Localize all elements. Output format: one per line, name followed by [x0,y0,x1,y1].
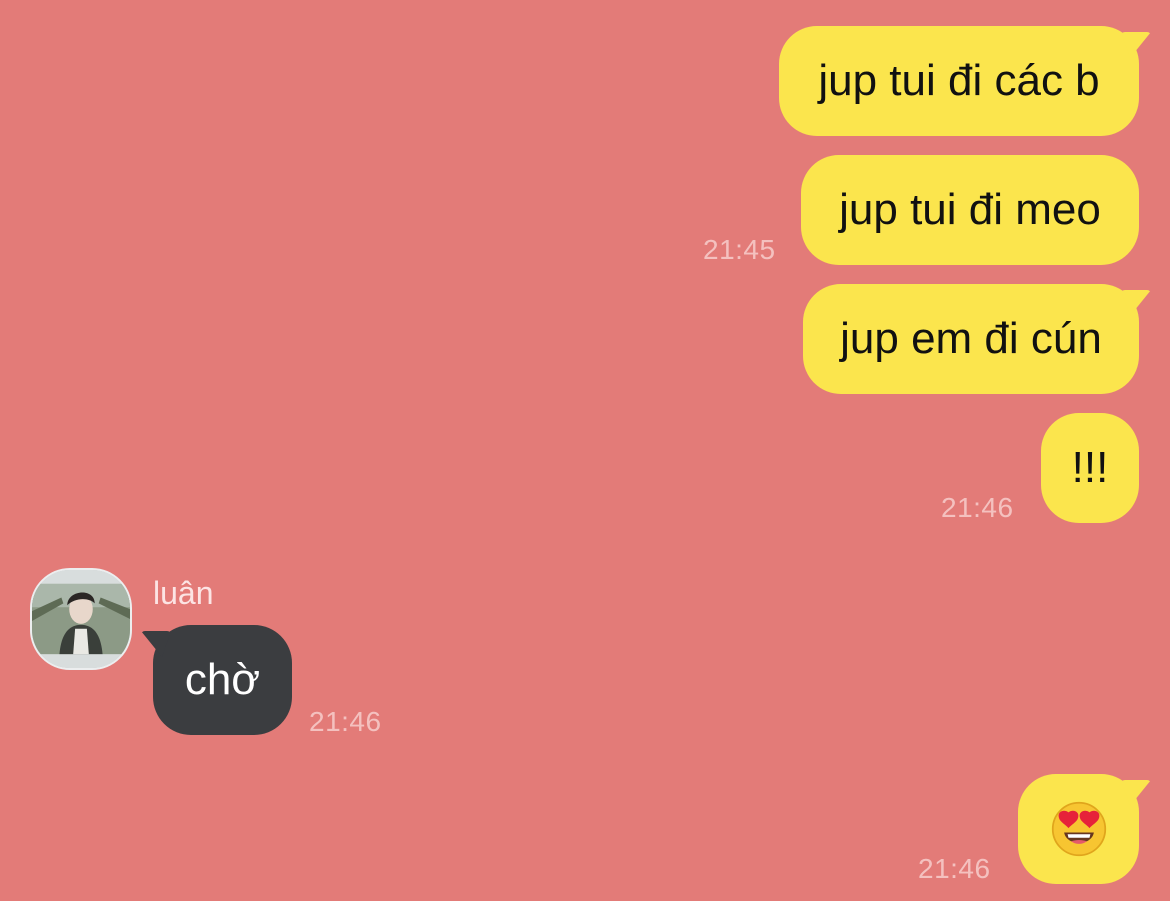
avatar-photo [32,570,130,668]
message-bubble[interactable]: jup em đi cún [803,284,1139,394]
message-time: 21:45 [703,234,776,265]
message-text: jup tui đi meo [839,185,1101,234]
message-bubble[interactable]: jup tui đi meo [801,155,1139,265]
sender-name: luân [153,575,214,611]
message-text: jup tui đi các b [818,56,1100,105]
message-text: jup em đi cún [840,314,1102,363]
message-bubble[interactable]: chờ [153,625,292,735]
message-bubble[interactable]: !!! [1041,413,1139,523]
chat-area[interactable]: jup tui đi các b jup tui đi meo 21:45 ju… [0,0,1170,901]
heart-eyes-emoji-icon [1051,801,1107,857]
message-time: 21:46 [941,492,1014,523]
avatar[interactable] [30,568,132,670]
message-text: chờ [184,655,261,704]
message-bubble[interactable]: jup tui đi các b [779,26,1139,136]
message-time: 21:46 [309,706,382,737]
message-time: 21:46 [918,853,991,884]
message-bubble[interactable] [1018,774,1139,884]
message-text: !!! [1071,443,1109,492]
